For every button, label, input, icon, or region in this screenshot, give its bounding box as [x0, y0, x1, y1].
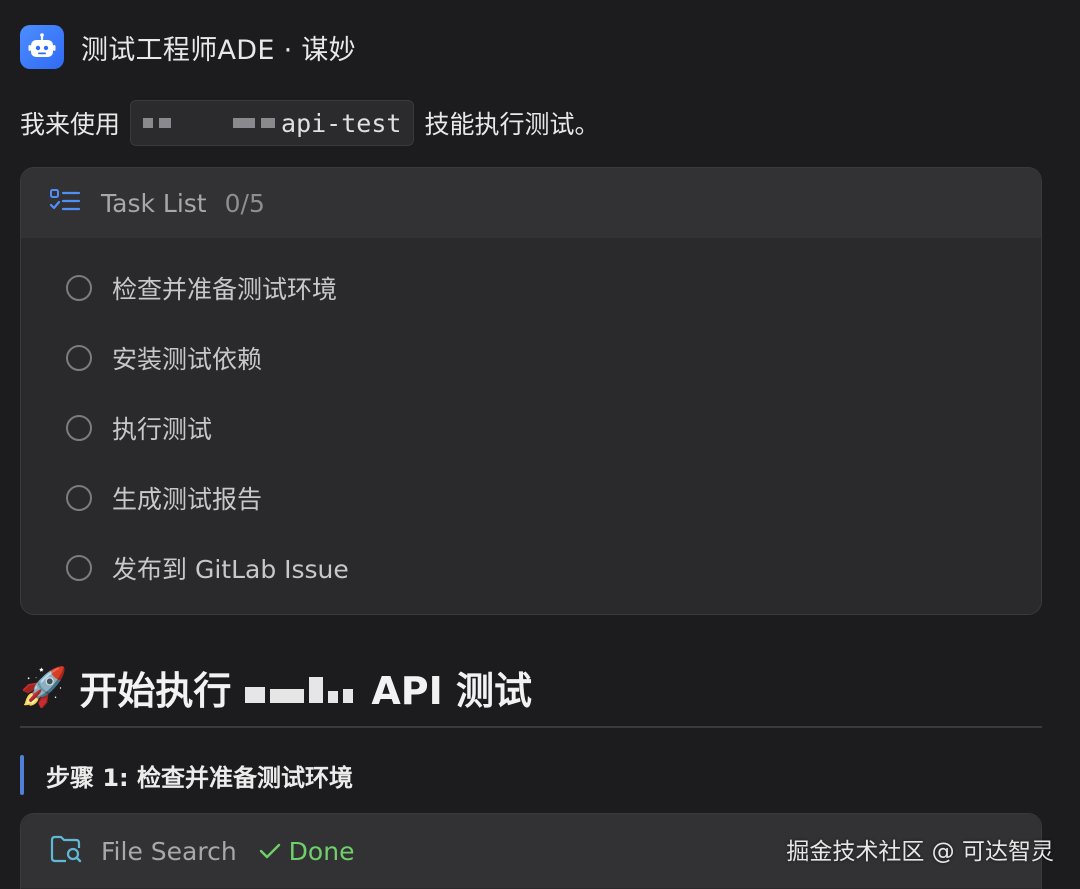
- task-list-count: 0/5: [224, 188, 265, 218]
- redacted-text: [143, 118, 276, 128]
- step-accent-bar: [20, 755, 24, 795]
- watermark: 掘金技术社区 @ 可达智灵: [786, 839, 1054, 865]
- task-item[interactable]: 检查并准备测试环境: [21, 253, 1041, 323]
- task-item[interactable]: 发布到 GitLab Issue: [21, 533, 1041, 603]
- folder-search-icon: [49, 834, 83, 868]
- checklist-icon: [49, 188, 81, 218]
- skill-name: api-test: [281, 108, 402, 138]
- intro-suffix: 技能执行测试。: [424, 110, 600, 139]
- task-items: 检查并准备测试环境 安装测试依赖 执行测试 生成测试报告 发布到 GitLab …: [21, 239, 1041, 603]
- file-search-title: File Search: [101, 836, 237, 866]
- rocket-icon: 🚀: [20, 665, 68, 709]
- chat-view: 测试工程师ADE · 谋妙 我来使用 api-test 技能执行测试。 Task…: [0, 0, 1080, 889]
- unchecked-circle-icon[interactable]: [66, 275, 92, 301]
- task-item[interactable]: 生成测试报告: [21, 463, 1041, 533]
- task-item[interactable]: 安装测试依赖: [21, 323, 1041, 393]
- divider: [20, 726, 1042, 728]
- task-list-card: Task List 0/5 检查并准备测试环境 安装测试依赖 执行测试 生成测试…: [20, 167, 1042, 615]
- step-label: 步骤 1: 检查并准备测试环境: [46, 763, 354, 792]
- intro-prefix: 我来使用: [20, 110, 121, 139]
- unchecked-circle-icon[interactable]: [66, 555, 92, 581]
- task-label: 生成测试报告: [112, 485, 263, 514]
- check-icon: [259, 843, 280, 859]
- section-heading: 🚀 开始执行 API 测试: [20, 660, 532, 715]
- unchecked-circle-icon[interactable]: [66, 485, 92, 511]
- agent-name: 测试工程师ADE · 谋妙: [81, 34, 356, 66]
- intro-message: 我来使用 api-test 技能执行测试。: [20, 100, 599, 146]
- task-label: 发布到 GitLab Issue: [112, 555, 349, 584]
- task-list-header[interactable]: Task List 0/5: [21, 168, 1041, 239]
- step-heading: 步骤 1: 检查并准备测试环境: [20, 755, 353, 795]
- section-prefix: 开始执行: [79, 669, 232, 713]
- section-suffix: API 测试: [371, 669, 532, 713]
- redacted-text: [245, 673, 354, 703]
- unchecked-circle-icon[interactable]: [66, 345, 92, 371]
- task-list-title: Task List: [101, 188, 207, 218]
- status-text: Done: [288, 836, 355, 866]
- task-label: 执行测试: [112, 415, 213, 444]
- unchecked-circle-icon[interactable]: [66, 415, 92, 441]
- agent-header: 测试工程师ADE · 谋妙: [20, 25, 356, 69]
- task-label: 安装测试依赖: [112, 345, 263, 374]
- skill-chip: api-test: [130, 100, 415, 146]
- robot-icon: [20, 25, 64, 69]
- task-label: 检查并准备测试环境: [112, 275, 338, 304]
- status-badge: Done: [259, 836, 355, 866]
- task-item[interactable]: 执行测试: [21, 393, 1041, 463]
